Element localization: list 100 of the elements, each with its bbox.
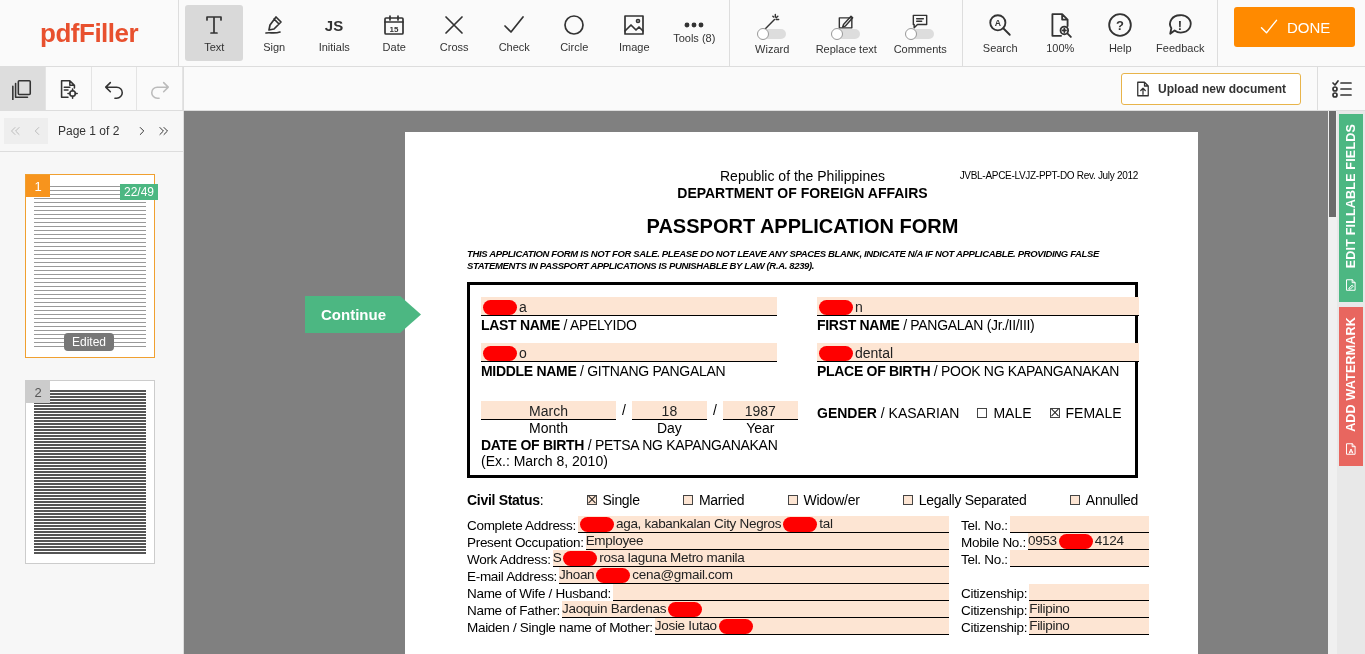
- tool-button[interactable]: Check: [485, 5, 544, 61]
- tool-button[interactable]: Tools (8): [665, 5, 724, 61]
- form-field[interactable]: Jaoquin Bardenas: [562, 601, 949, 618]
- form-field[interactable]: a: [481, 297, 777, 316]
- check-icon: [1258, 17, 1279, 37]
- field-caption: Month: [529, 420, 568, 436]
- more-icon: [684, 22, 705, 28]
- checkbox[interactable]: [902, 495, 913, 505]
- redaction-mark: [579, 517, 614, 532]
- tool-button[interactable]: JS Initials: [305, 5, 364, 61]
- checkbox[interactable]: [1069, 495, 1080, 505]
- agency-name: Republic of the Philippines: [720, 168, 885, 184]
- field-label: Name of Wife / Husband:: [467, 586, 611, 601]
- form-field[interactable]: o: [481, 343, 777, 362]
- field-label: PLACE OF BIRTH / POOK NG KAPANGANAKAN: [817, 363, 1121, 379]
- page-thumbnail[interactable]: 1 22/49 Edited: [25, 174, 155, 358]
- page-indicator: Page 1 of 2: [58, 124, 120, 138]
- tool-button[interactable]: Cross: [425, 5, 484, 61]
- toggle-tool-button[interactable]: Wizard: [736, 5, 809, 61]
- tool-button[interactable]: Circle: [545, 5, 604, 61]
- form-title: PASSPORT APPLICATION FORM: [645, 215, 960, 238]
- form-field[interactable]: Employee: [585, 533, 949, 550]
- option-label: MALE: [993, 405, 1032, 421]
- field-label: LAST NAME / APELYIDO: [481, 317, 638, 333]
- option-label: Widow/er: [803, 492, 860, 508]
- redaction-mark: [596, 568, 631, 583]
- form-field[interactable]: [612, 584, 949, 601]
- form-field[interactable]: aga, kabankalan City Negros tal: [577, 516, 949, 533]
- option-label: Single: [602, 492, 640, 508]
- form-field[interactable]: S rosa laguna Metro manila: [552, 550, 949, 567]
- field-caption: Day: [656, 420, 682, 436]
- checkbox[interactable]: [1049, 408, 1060, 418]
- toggle-tool-button[interactable]: Comments: [884, 5, 957, 61]
- upload-document-icon: [1134, 79, 1152, 98]
- tool-button[interactable]: Text: [185, 5, 244, 61]
- field-label: Citizenship:: [961, 603, 1028, 618]
- toolbar-button[interactable]: ! Feedback: [1151, 5, 1210, 61]
- option-label: Married: [698, 492, 745, 508]
- toggle-tool-button[interactable]: Replace text: [810, 5, 883, 61]
- edited-label: Edited: [64, 333, 115, 351]
- field-label: Mobile No.:: [961, 535, 1026, 550]
- field-label: MIDDLE NAME / GITNANG PANGALAN: [481, 363, 727, 379]
- help-icon: ?: [1107, 12, 1134, 38]
- date-separator: /: [712, 402, 717, 418]
- field-label: E-mail Address:: [467, 569, 558, 584]
- upload-document-button[interactable]: Upload new document: [1121, 72, 1301, 105]
- redaction-mark: [483, 346, 517, 361]
- toolbar-button[interactable]: ? Help: [1091, 5, 1150, 61]
- form-field[interactable]: dental: [817, 343, 1139, 362]
- pdffiller-logo: pdfFiller: [0, 0, 180, 66]
- field-label: Citizenship:: [961, 620, 1028, 635]
- toolbar-button[interactable]: 100%: [1031, 5, 1090, 61]
- tool-button[interactable]: Image: [605, 5, 664, 61]
- form-field[interactable]: n: [817, 297, 1139, 316]
- checkbox[interactable]: [682, 495, 693, 505]
- toolbar-button[interactable]: A Search: [971, 5, 1030, 61]
- form-field[interactable]: [1009, 516, 1149, 533]
- feedback-icon: !: [1167, 12, 1194, 38]
- double-chevron-left-icon: [8, 124, 22, 138]
- field-label: Tel. No.:: [961, 518, 1008, 533]
- redaction-mark: [668, 602, 703, 617]
- scrollbar[interactable]: [1328, 111, 1337, 654]
- document-text-icon: [1344, 442, 1358, 457]
- option-label: FEMALE: [1065, 405, 1122, 421]
- form-field[interactable]: 18: [631, 401, 707, 420]
- form-notice: THIS APPLICATION FORM IS NOT FOR SALE. PLEASE DO NOT LEAVE ANY SPACES BLANK, INDICATE N/A IF NOT APPLICABLE. PROVIDING FALSE STATEMENTS IN PASSPORT APPLICATIONS IS PUNISHABLE BY LAW (R.A. 8239).: [467, 248, 1101, 272]
- form-code: JVBL-APCE-LVJZ-PPT-DO Rev. July 2012: [959, 170, 1138, 181]
- field-label: GENDER / KASARIAN: [817, 405, 960, 421]
- checkbox[interactable]: [787, 495, 798, 505]
- form-field[interactable]: 1987: [722, 401, 798, 420]
- field-hint: (Ex.: March 8, 2010): [481, 453, 609, 469]
- tool-button[interactable]: 15 Date: [365, 5, 424, 61]
- circle-icon: [562, 13, 587, 37]
- field-label: Work Address:: [467, 552, 551, 567]
- page-number: 2: [26, 381, 50, 403]
- form-field[interactable]: [1009, 550, 1149, 567]
- form-field[interactable]: [1029, 584, 1149, 601]
- redaction-mark: [718, 619, 753, 634]
- redaction-mark: [483, 300, 517, 315]
- checkbox[interactable]: [586, 495, 597, 505]
- checkbox[interactable]: [977, 408, 988, 418]
- tool-button[interactable]: Sign: [245, 5, 304, 61]
- department-name: DEPARTMENT OF FOREIGN AFFAIRS: [677, 185, 928, 201]
- form-field[interactable]: 0953 4124: [1028, 533, 1149, 550]
- toggle-switch[interactable]: [832, 28, 861, 39]
- form-field[interactable]: March: [481, 401, 616, 420]
- pages-icon: [11, 77, 34, 100]
- form-field[interactable]: Filipino: [1029, 618, 1149, 635]
- redaction-mark: [783, 517, 818, 532]
- toggle-switch[interactable]: [758, 28, 787, 39]
- fields-count: 22/49: [119, 184, 158, 200]
- form-field[interactable]: Josie Iutao: [654, 618, 949, 635]
- toolbar-button[interactable]: [0, 67, 46, 110]
- option-label: Legally Separated: [918, 492, 1027, 508]
- field-label: Name of Father:: [467, 603, 561, 618]
- page-thumbnail[interactable]: 2: [25, 380, 155, 564]
- form-field[interactable]: Filipino: [1029, 601, 1149, 618]
- document-edit-icon: [1344, 278, 1358, 293]
- form-field[interactable]: Jhoan cena@gmail.com: [559, 567, 949, 584]
- toggle-switch[interactable]: [906, 28, 935, 39]
